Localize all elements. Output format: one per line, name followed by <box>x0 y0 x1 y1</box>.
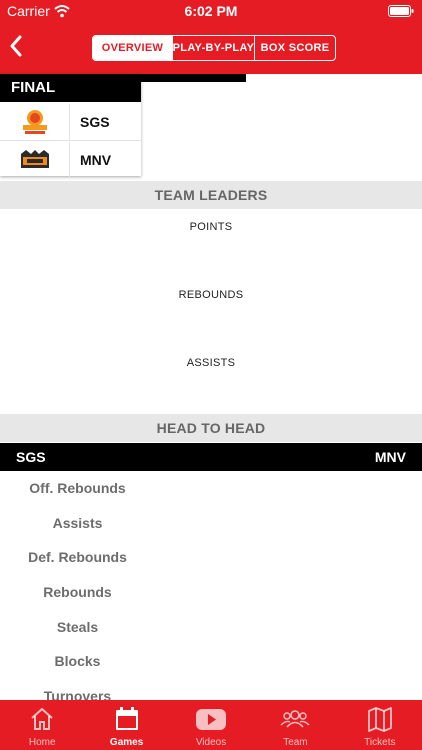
tabbar-item-home[interactable]: Home <box>0 700 84 750</box>
youtube-icon <box>196 709 227 730</box>
h2h-away-team: MNV <box>374 449 406 465</box>
stat-label: Blocks <box>54 653 101 669</box>
tab-play-by-play[interactable]: PLAY-BY-PLAY <box>172 36 254 60</box>
stat-label: Def. Rebounds <box>28 549 127 565</box>
h2h-home-team: SGS <box>16 449 46 465</box>
leader-rebounds-label: REBOUNDS <box>178 289 244 301</box>
stat-label: Assists <box>52 515 103 531</box>
battery-icon <box>388 5 414 17</box>
team-icon <box>280 710 310 728</box>
home-team-logo <box>0 104 70 140</box>
away-team-logo <box>0 142 70 178</box>
tabbar-item-games[interactable]: Games <box>84 700 168 750</box>
slingers-logo-icon <box>22 110 47 134</box>
tabbar-label: Home <box>28 737 56 748</box>
stat-label: Rebounds <box>43 584 112 600</box>
back-chevron-icon[interactable] <box>8 34 24 58</box>
calendar-icon <box>115 707 138 730</box>
tabbar-item-videos[interactable]: Videos <box>169 700 253 750</box>
tabbar-item-team[interactable]: Team <box>253 700 337 750</box>
status-time: 6:02 PM <box>184 3 238 19</box>
stat-label: Steals <box>56 619 99 635</box>
stat-label: Off. Rebounds <box>29 480 126 496</box>
home-icon <box>31 708 53 730</box>
away-team-abbr: MNV <box>80 152 112 168</box>
home-team-row: SGS <box>0 104 141 140</box>
mono-logo-icon <box>20 150 49 168</box>
tabbar-label: Videos <box>195 737 227 748</box>
header: Carrier 6:02 PM OVERVIEW PLAY-BY-PLAY BO… <box>0 0 422 74</box>
home-team-abbr: SGS <box>80 114 110 130</box>
view-segmented-control: OVERVIEW PLAY-BY-PLAY BOX SCORE <box>92 35 336 61</box>
head-to-head-teams-bar: SGS MNV <box>0 443 422 471</box>
tabbar-label: Games <box>109 737 144 748</box>
tabbar-item-tickets[interactable]: Tickets <box>338 700 422 750</box>
final-score-card: FINAL SGS MNV <box>0 74 141 178</box>
bottom-tab-bar: Home Games Videos Team Tickets <box>0 700 422 750</box>
leader-assists-label: ASSISTS <box>186 357 236 369</box>
tabbar-label: Team <box>283 737 308 748</box>
game-status-label: FINAL <box>0 74 141 102</box>
leader-points-label: POINTS <box>189 221 233 233</box>
tab-overview[interactable]: OVERVIEW <box>93 36 172 60</box>
head-to-head-header: HEAD TO HEAD <box>0 414 422 442</box>
row-divider <box>0 140 141 141</box>
away-team-row: MNV <box>0 142 141 178</box>
team-leaders-header: TEAM LEADERS <box>0 181 422 209</box>
map-icon <box>367 707 392 732</box>
tabbar-label: Tickets <box>364 737 396 748</box>
tab-box-score[interactable]: BOX SCORE <box>254 36 335 60</box>
status-bar: Carrier 6:02 PM <box>0 0 422 22</box>
